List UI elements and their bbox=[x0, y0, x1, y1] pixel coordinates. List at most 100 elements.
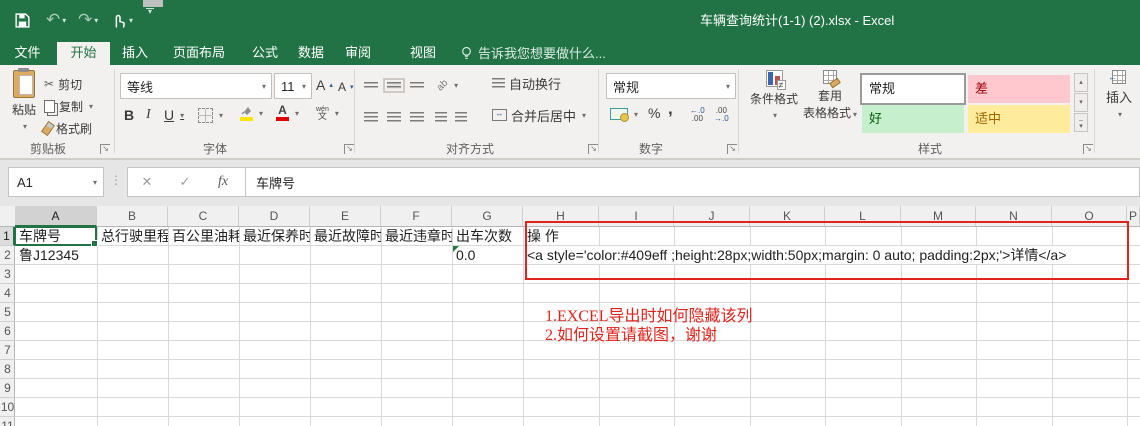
phonetic-button[interactable]: wén 文 bbox=[316, 103, 339, 123]
row-header-4[interactable]: 4 bbox=[0, 284, 15, 303]
column-header-C[interactable]: C bbox=[168, 206, 239, 226]
decrease-indent-icon[interactable] bbox=[435, 111, 447, 123]
merge-center-button[interactable]: ↔ 合并后居中 bbox=[492, 105, 586, 125]
undo-button[interactable]: ↶ ▾ bbox=[46, 8, 66, 32]
row-header-1[interactable]: 1 bbox=[0, 227, 15, 246]
shrink-font-button[interactable]: A ▾ bbox=[338, 77, 354, 97]
insert-cells-button[interactable]: 插入 ▾ bbox=[1098, 70, 1140, 120]
cell-H2[interactable]: <a style='color:#409eff ;height:28px;wid… bbox=[524, 246, 1127, 264]
tab-home[interactable]: 开始 bbox=[57, 42, 110, 65]
align-top-icon[interactable] bbox=[364, 81, 378, 89]
font-color-button[interactable]: A bbox=[276, 103, 299, 123]
tab-page-layout[interactable]: 页面布局 bbox=[163, 42, 235, 65]
font-name-dropdown-icon[interactable]: ▾ bbox=[257, 82, 271, 91]
cell-D1[interactable]: 最近保养时 bbox=[240, 227, 310, 245]
cut-button[interactable]: ✂ 剪切 bbox=[44, 74, 82, 94]
row-header-5[interactable]: 5 bbox=[0, 303, 15, 322]
cell-B1[interactable]: 总行驶里程 bbox=[98, 227, 168, 245]
align-middle-icon[interactable] bbox=[383, 77, 405, 93]
number-format-dropdown-icon[interactable]: ▾ bbox=[721, 82, 735, 91]
tab-formulas[interactable]: 公式 bbox=[241, 42, 289, 65]
tab-file[interactable]: 文件 bbox=[0, 42, 55, 65]
number-format-combo[interactable]: 常规 ▾ bbox=[606, 73, 736, 99]
touch-mode-dropdown-icon[interactable]: ▾ bbox=[129, 16, 133, 25]
clipboard-dialog-launcher[interactable] bbox=[100, 144, 110, 154]
align-left-icon[interactable] bbox=[364, 111, 378, 123]
tab-view[interactable]: 视图 bbox=[399, 42, 447, 65]
italic-button[interactable]: I bbox=[146, 105, 151, 125]
borders-button[interactable] bbox=[198, 105, 223, 125]
row-header-10[interactable]: 10 bbox=[0, 398, 15, 417]
cell-H1[interactable]: 操 作 bbox=[524, 227, 599, 245]
gallery-scroll-down[interactable]: ▾ bbox=[1074, 93, 1088, 112]
column-header-A[interactable]: A bbox=[15, 206, 97, 227]
redo-dropdown-icon[interactable]: ▾ bbox=[94, 16, 98, 25]
name-box-dropdown-icon[interactable]: ▾ bbox=[87, 178, 103, 187]
column-header-J[interactable]: J bbox=[674, 206, 750, 226]
column-header-O[interactable]: O bbox=[1052, 206, 1127, 226]
gallery-more-button[interactable]: ‒ ▾ bbox=[1074, 113, 1088, 132]
tab-review[interactable]: 审阅 bbox=[334, 42, 382, 65]
cell-G2[interactable]: 0.0 bbox=[453, 246, 523, 264]
align-center-icon[interactable] bbox=[387, 111, 401, 123]
comma-style-button[interactable]: , bbox=[668, 99, 673, 119]
row-header-3[interactable]: 3 bbox=[0, 265, 15, 284]
cell-F1[interactable]: 最近违章时 bbox=[382, 227, 452, 245]
cancel-icon[interactable]: ✕ bbox=[128, 174, 166, 190]
number-dialog-launcher[interactable] bbox=[727, 144, 737, 154]
cell-style-good[interactable]: 好 bbox=[862, 105, 964, 133]
formula-input[interactable]: 车牌号 bbox=[246, 167, 1140, 197]
enter-icon[interactable]: ✓ bbox=[166, 174, 204, 190]
font-dialog-launcher[interactable] bbox=[344, 144, 354, 154]
cell-C1[interactable]: 百公里油耗 bbox=[169, 227, 239, 245]
styles-dialog-launcher[interactable] bbox=[1083, 144, 1093, 154]
row-header-9[interactable]: 9 bbox=[0, 379, 15, 398]
column-header-E[interactable]: E bbox=[310, 206, 381, 226]
bold-button[interactable]: B bbox=[124, 105, 134, 125]
wrap-text-button[interactable]: 自动换行 bbox=[492, 73, 561, 93]
font-size-dropdown-icon[interactable]: ▾ bbox=[297, 82, 311, 91]
column-header-I[interactable]: I bbox=[599, 206, 674, 226]
cell-E1[interactable]: 最近故障时 bbox=[311, 227, 381, 245]
column-header-M[interactable]: M bbox=[901, 206, 976, 226]
row-header-8[interactable]: 8 bbox=[0, 360, 15, 379]
align-bottom-icon[interactable] bbox=[410, 81, 424, 89]
column-header-G[interactable]: G bbox=[452, 206, 523, 226]
align-right-icon[interactable] bbox=[410, 111, 424, 123]
gallery-scroll-up[interactable]: ▴ bbox=[1074, 73, 1088, 92]
increase-decimal-button[interactable]: ←.0.00 bbox=[690, 105, 705, 125]
tab-data[interactable]: 数据 bbox=[287, 42, 335, 65]
column-header-N[interactable]: N bbox=[976, 206, 1052, 226]
column-header-B[interactable]: B bbox=[97, 206, 168, 226]
grow-font-button[interactable]: A ▴ bbox=[316, 75, 333, 95]
cell-G1[interactable]: 出车次数 bbox=[453, 227, 523, 245]
column-header-P[interactable]: P bbox=[1127, 206, 1140, 226]
underline-button[interactable]: U bbox=[164, 105, 184, 125]
column-header-L[interactable]: L bbox=[825, 206, 901, 226]
font-size-combo[interactable]: 11 ▾ bbox=[274, 73, 312, 99]
undo-dropdown-icon[interactable]: ▾ bbox=[62, 16, 66, 25]
conditional-formatting-button[interactable]: 条件格式 ▾ bbox=[746, 70, 802, 121]
column-header-K[interactable]: K bbox=[750, 206, 825, 226]
cell-style-bad[interactable]: 差 bbox=[968, 75, 1070, 103]
formula-bar-splitter[interactable]: ⋮ bbox=[110, 173, 122, 187]
cell-style-normal[interactable]: 常规 bbox=[860, 73, 966, 105]
font-name-combo[interactable]: 等线 ▾ bbox=[120, 73, 272, 99]
accounting-format-button[interactable] bbox=[610, 104, 638, 124]
touch-mode-button[interactable]: ▾ bbox=[110, 8, 133, 32]
row-header-6[interactable]: 6 bbox=[0, 322, 15, 341]
cell-style-neutral[interactable]: 适中 bbox=[968, 105, 1070, 133]
column-header-D[interactable]: D bbox=[239, 206, 310, 226]
increase-indent-icon[interactable] bbox=[455, 111, 467, 123]
row-header-7[interactable]: 7 bbox=[0, 341, 15, 360]
save-icon[interactable] bbox=[14, 8, 31, 32]
paste-button[interactable]: 粘贴 ▾ bbox=[6, 68, 42, 132]
insert-function-icon[interactable]: fx bbox=[204, 174, 242, 190]
tell-me-box[interactable]: 告诉我您想要做什么... bbox=[460, 42, 606, 65]
name-box[interactable]: A1 ▾ bbox=[8, 167, 104, 197]
copy-button[interactable]: 复制 bbox=[44, 96, 93, 116]
alignment-dialog-launcher[interactable] bbox=[588, 144, 598, 154]
row-header-11[interactable]: 11 bbox=[0, 417, 15, 426]
customize-qat-button[interactable]: ▾ bbox=[146, 8, 154, 32]
tab-insert[interactable]: 插入 bbox=[111, 42, 159, 65]
